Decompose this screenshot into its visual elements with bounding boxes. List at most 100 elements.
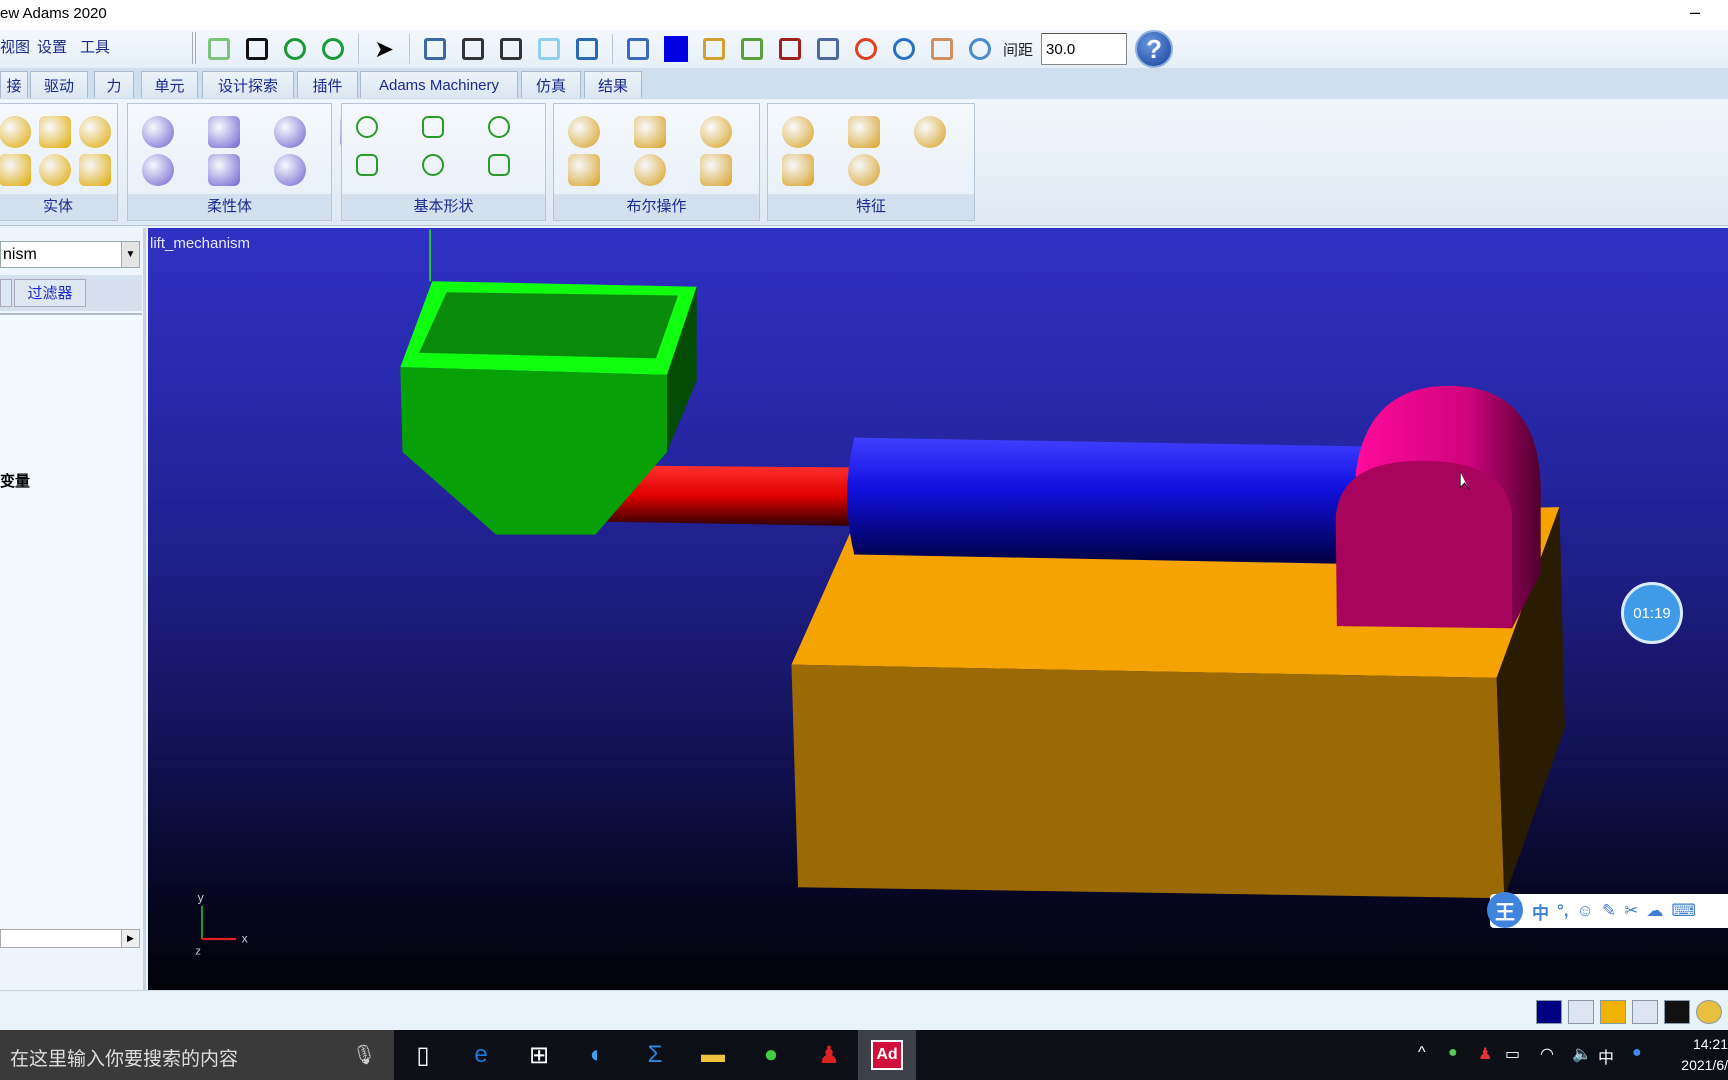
merge-icon[interactable]: [634, 116, 666, 148]
ime-item-0[interactable]: 中: [1532, 899, 1549, 924]
background-color-icon[interactable]: [1536, 1000, 1562, 1024]
pan-hand-icon[interactable]: [927, 34, 957, 64]
taskbar-search[interactable]: 在这里输入你要搜索的内容 🎙: [0, 1030, 394, 1080]
front-view-icon[interactable]: [420, 34, 450, 64]
split-icon[interactable]: [634, 154, 666, 186]
ime-item-1[interactable]: °,: [1557, 901, 1569, 921]
extrusion-icon[interactable]: [0, 154, 31, 186]
wifi-icon[interactable]: ◠: [1540, 1044, 1554, 1064]
sigma-icon[interactable]: Σ: [626, 1030, 684, 1080]
ime-logo-icon[interactable]: 王: [1487, 892, 1523, 928]
browser-tab-prev[interactable]: [0, 279, 12, 307]
union-icon[interactable]: [568, 116, 600, 148]
zoom-box-icon[interactable]: [813, 34, 843, 64]
model-selector[interactable]: nism ▼: [0, 241, 140, 268]
help-button[interactable]: ?: [1135, 30, 1174, 68]
volume-icon[interactable]: 🔈: [1572, 1044, 1592, 1064]
tab-3[interactable]: 单元: [141, 71, 198, 98]
browser-icon[interactable]: ◐: [568, 1030, 626, 1080]
tab-4[interactable]: 设计探索: [202, 71, 294, 98]
chamfer-icon[interactable]: [782, 116, 814, 148]
flex-beam-icon[interactable]: [274, 116, 306, 148]
marker-icon[interactable]: [422, 116, 444, 138]
arc-icon[interactable]: [356, 154, 378, 176]
ime-item-6[interactable]: ⌨: [1671, 901, 1696, 921]
tab-2[interactable]: 力: [94, 71, 134, 98]
ime-item-2[interactable]: ☺: [1577, 901, 1594, 921]
render-mode-icon[interactable]: [699, 34, 729, 64]
spline-xyz-icon[interactable]: [422, 154, 444, 176]
globe-icon[interactable]: [1696, 1000, 1722, 1024]
recording-timer[interactable]: 01:19: [1621, 582, 1683, 644]
polyline-icon[interactable]: [488, 116, 510, 138]
select-arrow-icon[interactable]: ➤: [369, 34, 399, 64]
chevron-down-icon[interactable]: ▼: [121, 242, 139, 267]
flex-swap-icon[interactable]: [208, 116, 240, 148]
tree-item-variables[interactable]: 变量: [0, 470, 30, 491]
flex-body-icon[interactable]: [142, 116, 174, 148]
tab-5[interactable]: 插件: [297, 71, 358, 98]
ime-item-5[interactable]: ☁: [1646, 901, 1663, 921]
file-explorer-icon[interactable]: ▬: [684, 1030, 742, 1080]
menu-tools[interactable]: 工具: [80, 36, 110, 57]
flex-edit-icon[interactable]: [274, 154, 306, 186]
qq-tray-icon[interactable]: ♟: [1478, 1044, 1492, 1064]
magenta-cap[interactable]: [1335, 385, 1541, 629]
menu-settings[interactable]: 设置: [37, 36, 67, 57]
plate-icon[interactable]: [79, 154, 111, 186]
adams-icon[interactable]: Ad: [858, 1030, 916, 1080]
qq-icon[interactable]: ♟: [800, 1030, 858, 1080]
hole-icon[interactable]: [914, 116, 946, 148]
shadow-icon[interactable]: [1664, 1000, 1690, 1024]
microphone-icon[interactable]: 🎙: [352, 1043, 376, 1067]
cut-icon[interactable]: [568, 154, 600, 186]
grid-points-icon[interactable]: [623, 34, 653, 64]
background-color-icon[interactable]: [661, 34, 691, 64]
revolution-icon[interactable]: [39, 154, 71, 186]
store-icon[interactable]: ⊞: [510, 1030, 568, 1080]
horizontal-scrollbar[interactable]: ▶: [0, 929, 140, 948]
edge-icon[interactable]: e: [452, 1030, 510, 1080]
tab-1[interactable]: 驱动: [30, 71, 88, 98]
coordinate-axes-icon[interactable]: [572, 34, 602, 64]
part-color-icon[interactable]: [1600, 1000, 1626, 1024]
ime-tray-icon[interactable]: ●: [1632, 1044, 1642, 1062]
flex-convert-icon[interactable]: [208, 154, 240, 186]
input-language[interactable]: 中: [1598, 1044, 1614, 1068]
minimize-button[interactable]: –: [1690, 2, 1700, 23]
outline-icon[interactable]: [488, 154, 510, 176]
fillet-icon[interactable]: [848, 116, 880, 148]
menu-view[interactable]: 视图: [0, 36, 30, 57]
fit-view-icon[interactable]: [737, 34, 767, 64]
zoom-magnifier-icon[interactable]: [965, 34, 995, 64]
shaded-cube-icon[interactable]: [534, 34, 564, 64]
hollow-icon[interactable]: [848, 154, 880, 186]
sphere-icon[interactable]: [0, 116, 31, 148]
grid-icon[interactable]: [1632, 1000, 1658, 1024]
wechat-tray-icon[interactable]: ●: [1448, 1044, 1458, 1062]
tab-8[interactable]: 结果: [584, 71, 642, 98]
rotate-icon[interactable]: [889, 34, 919, 64]
frustum-icon[interactable]: [39, 116, 71, 148]
wechat-icon[interactable]: ●: [742, 1030, 800, 1080]
point-icon[interactable]: [356, 116, 378, 138]
tab-filter[interactable]: 过滤器: [14, 279, 86, 307]
clock[interactable]: 14:21 2021/6/: [1676, 1034, 1728, 1076]
spacing-input[interactable]: [1041, 33, 1128, 65]
scroll-right-icon[interactable]: ▶: [121, 930, 139, 947]
iso-view-icon[interactable]: [458, 34, 488, 64]
new-model-icon[interactable]: [204, 34, 234, 64]
center-target-icon[interactable]: [851, 34, 881, 64]
side-view-icon[interactable]: [496, 34, 526, 64]
tray-expand-icon[interactable]: ^: [1418, 1044, 1426, 1062]
flex-rigid-icon[interactable]: [142, 154, 174, 186]
redo-icon[interactable]: [280, 34, 310, 64]
tab-0[interactable]: 接: [0, 71, 28, 98]
battery-icon[interactable]: ▭: [1505, 1044, 1520, 1064]
intersect-icon[interactable]: [700, 116, 732, 148]
triad-icon[interactable]: [1568, 1000, 1594, 1024]
blue-cylinder[interactable]: [847, 437, 1373, 565]
task-view-icon[interactable]: ▯: [394, 1030, 452, 1080]
save-icon[interactable]: [242, 34, 272, 64]
ime-item-4[interactable]: ✂: [1624, 901, 1638, 921]
